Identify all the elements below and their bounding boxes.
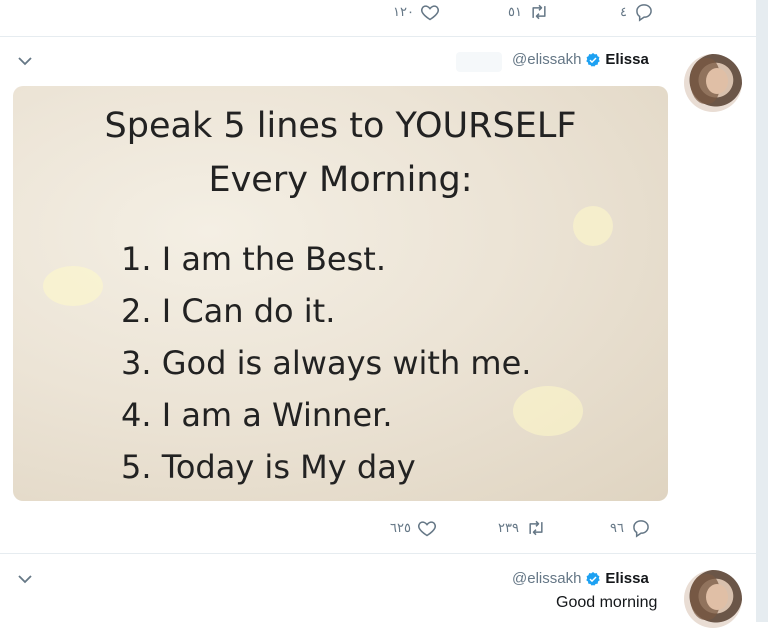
like-count: ١٢٠: [393, 4, 414, 19]
tweet-text: Good morning: [556, 594, 658, 611]
image-line-2: 2. I Can do it.: [121, 292, 336, 330]
user-handle[interactable]: @elissakh: [512, 570, 581, 587]
reply-action[interactable]: ٩٦: [610, 518, 652, 538]
like-action[interactable]: ٦٢٥: [390, 518, 437, 538]
like-count: ٦٢٥: [390, 520, 411, 535]
reply-count: ٩٦: [610, 520, 624, 535]
tweet-image[interactable]: Speak 5 lines to YOURSELF Every Morning:…: [13, 86, 668, 501]
user-handle[interactable]: @elissakh: [512, 51, 581, 68]
retweet-action[interactable]: ٥١: [508, 2, 550, 22]
chevron-down-icon[interactable]: [16, 52, 34, 70]
tweet-divider: [0, 36, 756, 37]
image-title: Speak 5 lines to YOURSELF: [104, 106, 577, 146]
page-gutter: [756, 0, 768, 622]
retweet-icon: [532, 4, 546, 20]
redacted-area: [456, 52, 502, 72]
tweet-divider: [0, 553, 756, 554]
avatar[interactable]: [684, 54, 742, 112]
image-line-1: 1. I am the Best.: [121, 240, 386, 278]
image-line-5: 5. Today is My day: [121, 448, 416, 486]
image-subtitle: Every Morning:: [208, 160, 473, 200]
image-line-4: 4. I am a Winner.: [121, 396, 393, 434]
verified-badge-icon: [586, 571, 601, 586]
tweet-header[interactable]: @elissakh Elissa: [512, 51, 649, 68]
image-line-3: 3. God is always with me.: [121, 344, 532, 382]
chevron-down-icon[interactable]: [16, 570, 34, 588]
heart-icon: [417, 521, 436, 537]
reply-count: ٤: [620, 4, 627, 19]
retweet-icon: [529, 520, 543, 536]
user-name[interactable]: Elissa: [605, 570, 648, 587]
reply-icon: [636, 4, 652, 22]
like-action[interactable]: ١٢٠: [393, 2, 440, 22]
reply-action[interactable]: ٤: [620, 2, 655, 22]
retweet-count: ٥١: [508, 4, 522, 19]
reply-icon: [633, 520, 649, 538]
avatar[interactable]: [684, 570, 742, 628]
retweet-action[interactable]: ٢٣٩: [498, 518, 547, 538]
retweet-count: ٢٣٩: [498, 520, 519, 535]
tweet-header[interactable]: @elissakh Elissa: [512, 570, 649, 587]
verified-badge-icon: [586, 52, 601, 67]
user-name[interactable]: Elissa: [605, 51, 648, 68]
heart-icon: [420, 5, 439, 21]
